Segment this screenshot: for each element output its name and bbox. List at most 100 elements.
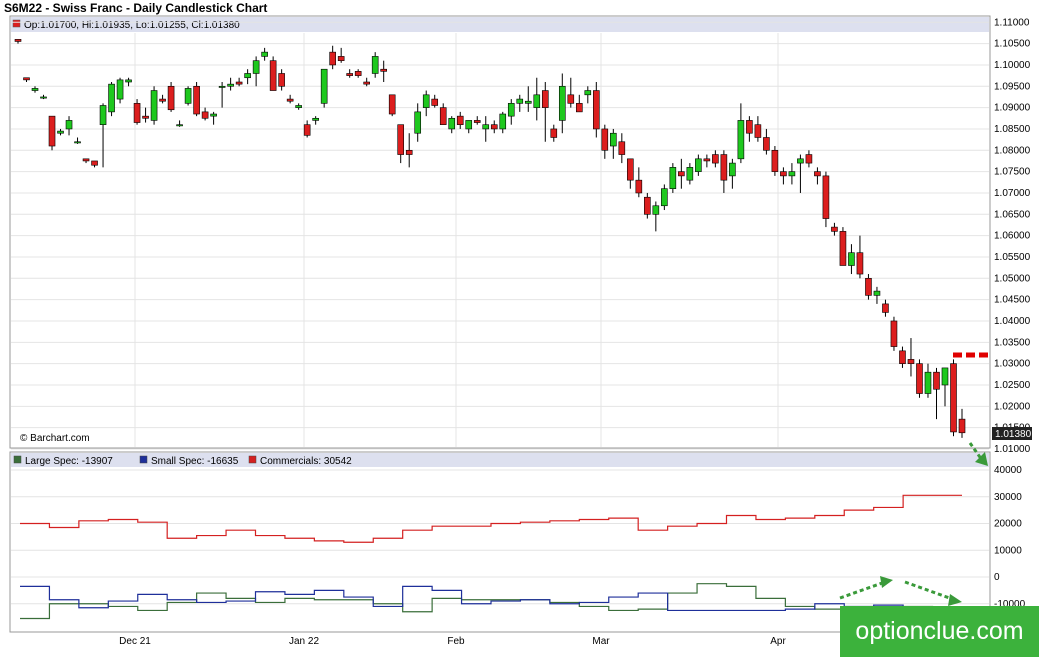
candle-body [950,363,957,433]
ohlc-readout: Op:1.01700, Hi:1.01935, Lo:1.01255, Cl:1… [24,20,240,31]
candle-body [91,160,98,166]
legend-swatch [13,455,22,464]
candle-body [695,158,702,172]
price-axis-ticks: 1.11000 1.10500 1.10000 1.09500 1.09000 1.085… [994,17,1031,455]
x-axis-label: Dec 21 [119,636,151,647]
candle-body [822,175,830,219]
candle-body [558,85,566,121]
candlestick [669,163,677,193]
legend-swatch [248,455,257,464]
candle-body [167,85,175,111]
candle-body [482,124,490,130]
candle-body [882,303,889,313]
candlestick [890,316,898,351]
candle-body [746,120,753,134]
candle-body [184,88,192,104]
cot-tick-label: 10000 [994,545,1022,556]
candle-body [82,158,90,162]
candle-body [133,103,141,123]
candle-body [405,149,413,155]
candle-body [490,124,498,130]
candle-body [354,71,362,76]
cot-tick-label: 40000 [994,465,1022,476]
candle-body [678,171,685,177]
price-tick-label: 1.07000 [994,188,1031,199]
price-tick-label: 1.03500 [994,337,1031,348]
candle-body [74,141,81,144]
candle-body [652,205,660,215]
price-tick-label: 1.06500 [994,209,1031,220]
candle-body [933,371,940,390]
candle-body [907,359,915,364]
candle-body [142,115,149,119]
cot-axis-ticks: 400003000020000100000-10000 [994,465,1026,610]
candle-body [261,51,268,57]
candle-body [618,141,626,155]
legend-swatch [139,455,148,464]
candle-body [916,363,923,394]
candlestick [184,86,192,106]
candle-body [99,105,107,125]
candle-body [541,90,549,108]
candle-body [431,98,439,106]
candle-body [346,73,353,76]
candle-body [507,103,515,117]
legend-label: Commercials: 30542 [260,456,352,467]
cot-tick-label: 0 [994,572,1000,583]
legend-label: Small Spec: -16635 [151,456,239,467]
legend-label: Large Spec: -13907 [25,456,113,467]
candlestick [916,359,923,398]
price-tick-label: 1.06000 [994,231,1031,242]
candle-body [57,130,64,134]
candle-body [856,252,864,275]
candle-body [635,179,643,194]
candlestick [771,146,779,176]
candle-body [601,128,609,151]
candlestick [167,82,175,112]
candle-body [227,83,234,87]
price-tick-label: 1.10500 [994,39,1031,50]
price-tick-label: 1.09500 [994,81,1031,92]
price-tick-label: 1.03000 [994,359,1031,370]
candle-body [210,113,217,117]
price-tick-label: 1.05500 [994,252,1031,263]
candle-body [201,111,209,119]
candle-body [473,120,481,123]
price-tick-label: 1.08000 [994,145,1031,156]
ohlc-color-swatch [12,19,21,28]
x-axis-label: Mar [592,636,610,647]
candle-body [567,94,575,104]
candle-body [235,81,243,85]
candle-body [788,171,796,177]
candle-body [524,100,532,104]
candle-body [899,350,906,364]
candle-body [712,154,719,164]
candlestick [822,171,830,228]
candle-body [465,120,473,130]
candle-body [414,111,422,134]
candle-body [848,252,855,266]
candlestick [593,82,600,138]
candle-body [363,81,370,85]
candle-body [448,117,456,130]
candle-body [269,60,277,91]
candle-body [584,90,592,96]
candle-body [516,98,524,104]
price-tick-label: 1.08500 [994,124,1031,135]
candlestick [320,68,328,108]
candle-body [763,137,770,151]
candle-body [380,68,387,72]
candle-body [831,226,838,232]
x-axis-labels: Dec 21 Jan 22 Feb Mar Apr [119,636,786,647]
candle-body [890,320,898,347]
candlestick [48,115,56,151]
candle-body [669,167,677,189]
candle-body [814,171,821,177]
candle-body [839,231,847,266]
candle-body [720,154,728,181]
candle-body [65,120,73,130]
price-tick-label: 1.01000 [994,444,1031,455]
candle-body [550,128,558,138]
candle-body [193,85,200,115]
candle-body [125,79,132,83]
